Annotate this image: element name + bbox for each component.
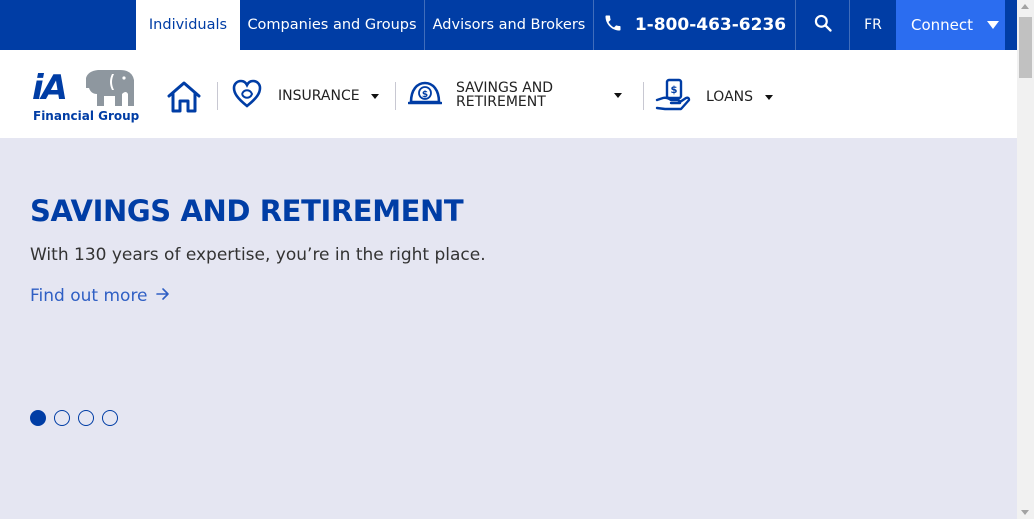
piggy-bank-icon: $ (407, 78, 443, 112)
chevron-down-icon (614, 92, 622, 98)
nav-item-savings-label: SAVINGS AND RETIREMENT (456, 81, 614, 109)
carousel-dot[interactable] (30, 410, 46, 426)
nav-item-savings-label-line1: SAVINGS AND (456, 80, 554, 96)
phone-number: 1-800-463-6236 (634, 15, 787, 35)
carousel-pagination (30, 410, 118, 426)
nav-item-loans-label: LOANS (706, 89, 754, 105)
phone-link[interactable]: 1-800-463-6236 (594, 0, 796, 50)
home-link[interactable] (166, 80, 202, 118)
hero-subtitle: With 130 years of expertise, you’re in t… (30, 245, 486, 265)
top-bar-spacer (0, 0, 136, 50)
top-bar: Individuals Companies and Groups Advisor… (0, 0, 1017, 50)
hand-dollar-icon: $ (655, 78, 691, 116)
phone-icon (603, 13, 623, 38)
svg-text:$: $ (671, 85, 678, 96)
nav-item-loans[interactable]: $ LOANS (655, 78, 774, 116)
nav-item-insurance-label: INSURANCE (278, 88, 360, 104)
svg-text:$: $ (422, 90, 428, 100)
nav-item-insurance[interactable]: INSURANCE (231, 78, 379, 114)
connect-button[interactable]: Connect (896, 0, 1006, 50)
nav-separator (395, 82, 396, 110)
hero-title: SAVINGS AND RETIREMENT (30, 194, 464, 228)
heart-icon (231, 78, 263, 114)
top-bar-edge (1005, 0, 1017, 50)
home-icon (166, 81, 202, 118)
search-button[interactable] (796, 0, 850, 50)
nav-item-savings-retirement[interactable]: $ SAVINGS AND RETIREMENT (407, 78, 622, 112)
chevron-down-icon (765, 94, 774, 100)
connect-label: Connect (911, 16, 974, 34)
nav-separator (217, 82, 218, 110)
chevron-down-icon (370, 93, 379, 99)
carousel-dot[interactable] (54, 410, 70, 426)
carousel-dot[interactable] (102, 410, 118, 426)
language-toggle[interactable]: FR (850, 0, 896, 50)
carousel-dot[interactable] (78, 410, 94, 426)
find-out-more-link[interactable]: Find out more (30, 286, 170, 306)
scrollbar-thumb[interactable] (1019, 17, 1032, 78)
find-out-more-label: Find out more (30, 286, 148, 306)
scroll-up-icon[interactable] (1021, 4, 1029, 9)
caret-down-icon (987, 21, 1000, 29)
hero-banner: SAVINGS AND RETIREMENT With 130 years of… (0, 138, 1017, 519)
tab-advisors-and-brokers[interactable]: Advisors and Brokers (425, 0, 594, 50)
logo-mark: iA (32, 68, 68, 108)
page-scrollbar[interactable] (1017, 0, 1034, 519)
nav-item-savings-label-line2: RETIREMENT (456, 94, 546, 110)
tab-individuals[interactable]: Individuals (136, 0, 240, 50)
tab-companies-and-groups[interactable]: Companies and Groups (240, 0, 425, 50)
elephant-icon (82, 68, 136, 112)
ia-logo[interactable]: iA Financial Group (30, 68, 140, 124)
arrow-right-icon (155, 286, 170, 306)
main-nav: iA Financial Group INSURANCE $ SAVINGS A… (0, 50, 1017, 138)
search-icon (813, 13, 833, 37)
logo-name: Financial Group (33, 109, 140, 123)
nav-separator (643, 82, 644, 110)
scroll-down-icon[interactable] (1021, 510, 1029, 515)
